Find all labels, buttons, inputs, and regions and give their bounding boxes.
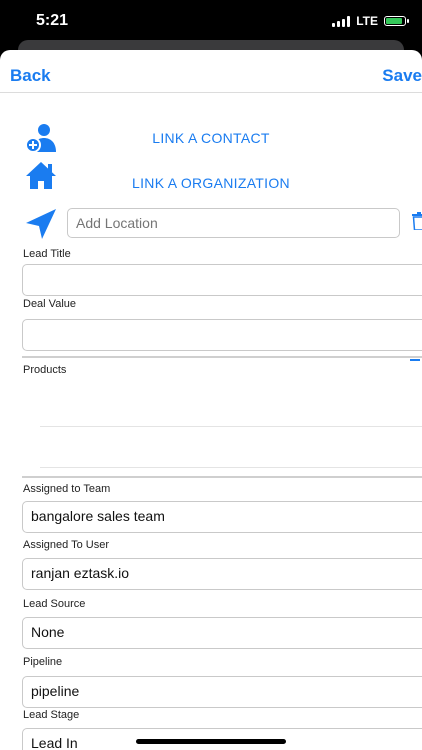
deal-value-field[interactable] — [22, 319, 422, 351]
lead-title-field[interactable] — [22, 264, 422, 296]
status-time: 5:21 — [36, 12, 69, 29]
products-end-divider — [22, 476, 422, 478]
cellular-signal-icon — [332, 15, 351, 27]
location-input[interactable] — [67, 208, 400, 238]
pipeline-field[interactable]: pipeline — [22, 676, 422, 708]
lead-title-label: Lead Title — [23, 248, 71, 260]
location-arrow-icon[interactable] — [24, 207, 58, 241]
lead-form-sheet: Back Save LINK A CONTACT LINK A ORGANIZA… — [0, 50, 422, 750]
save-button[interactable]: Save — [382, 66, 422, 86]
lead-stage-label: Lead Stage — [23, 709, 80, 721]
status-bar: 5:21 LTE — [0, 0, 422, 40]
link-contact-row[interactable]: LINK A CONTACT — [0, 122, 422, 156]
lead-source-label: Lead Source — [23, 598, 86, 610]
network-type: LTE — [356, 14, 378, 28]
collapse-products-icon[interactable] — [410, 359, 420, 361]
trash-icon[interactable] — [412, 212, 422, 230]
deal-value-label: Deal Value — [23, 298, 76, 310]
navigation-bar: Back Save — [0, 50, 422, 93]
home-indicator[interactable] — [136, 739, 286, 744]
back-button[interactable]: Back — [10, 66, 51, 86]
products-separator — [40, 426, 422, 427]
products-separator — [40, 467, 422, 468]
assigned-user-label: Assigned To User — [23, 539, 110, 551]
products-divider — [22, 356, 422, 358]
assigned-team-label: Assigned to Team — [23, 483, 111, 495]
battery-icon — [384, 16, 409, 26]
assigned-user-field[interactable]: ranjan eztask.io — [22, 558, 422, 590]
lead-source-field[interactable]: None — [22, 617, 422, 649]
link-organization-label[interactable]: LINK A ORGANIZATION — [0, 175, 422, 191]
pipeline-label: Pipeline — [23, 656, 63, 668]
link-contact-label[interactable]: LINK A CONTACT — [0, 130, 422, 146]
products-label: Products — [23, 364, 67, 376]
assigned-team-field[interactable]: bangalore sales team — [22, 501, 422, 533]
link-organization-row[interactable]: LINK A ORGANIZATION — [0, 158, 422, 192]
status-indicators: LTE — [332, 14, 409, 28]
